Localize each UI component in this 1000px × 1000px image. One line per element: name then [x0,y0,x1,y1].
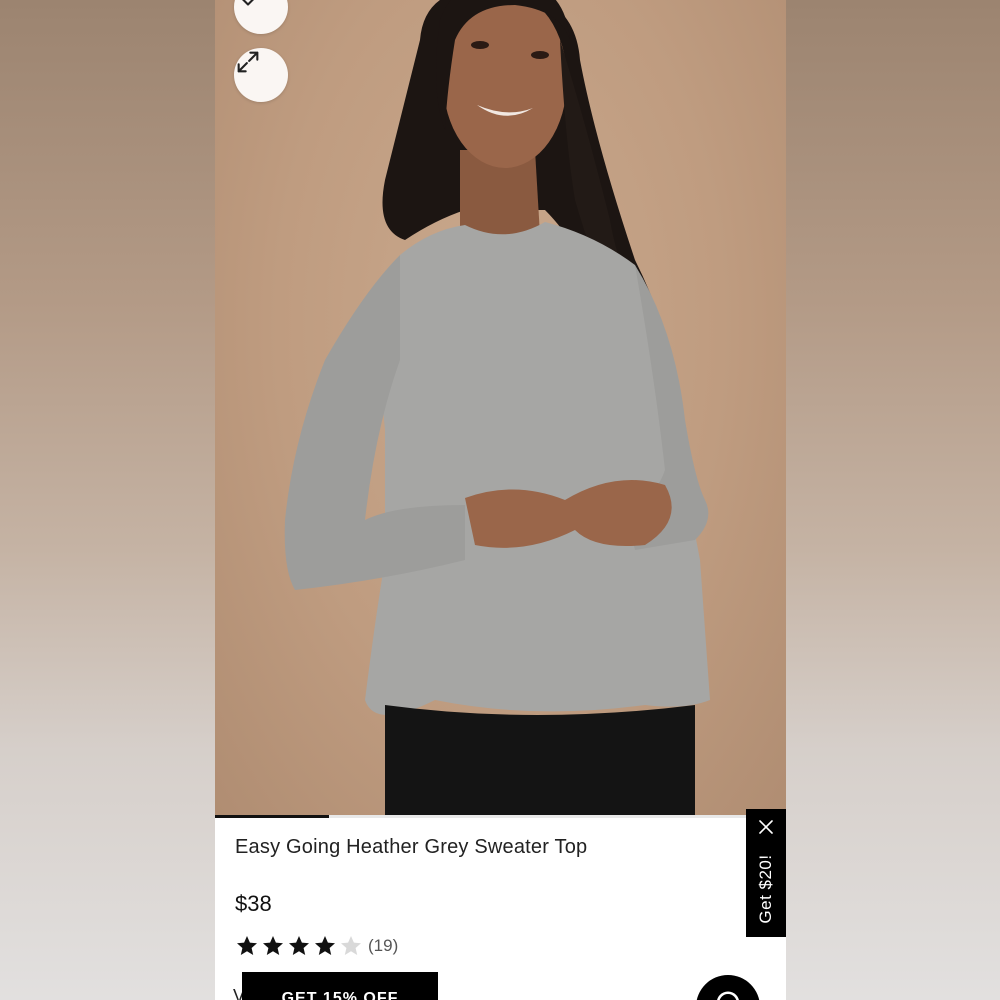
background-blur-left [0,0,215,1000]
promo-button[interactable]: GET 15% OFF [242,972,438,1000]
star-icon [237,936,257,955]
product-rating[interactable]: (19) [235,934,398,958]
review-count[interactable]: (19) [368,936,398,956]
expand-image-button[interactable] [234,48,288,102]
star-icon [315,936,335,955]
chat-button[interactable] [696,975,760,1000]
star-icon [341,936,361,955]
chat-icon [717,991,739,1000]
product-title: Easy Going Heather Grey Sweater Top [235,836,588,858]
rating-stars [235,934,365,958]
close-icon[interactable] [758,819,774,835]
product-price: $38 [235,891,272,916]
image-carousel-progress [215,815,786,818]
image-carousel-progress-fill [215,815,330,818]
promo-label: GET 15% OFF [281,990,399,1000]
side-tab-label: Get $20! [756,854,775,924]
model-illustration [284,0,710,815]
product-page: Easy Going Heather Grey Sweater Top $38 … [215,0,786,1000]
heart-icon [242,0,254,6]
expand-icon [237,51,259,73]
background-blur-right [785,0,1000,1000]
get-20-tab[interactable]: Get $20! [746,809,786,937]
product-image[interactable] [215,0,786,815]
star-icon [289,936,309,955]
star-icon [263,936,283,955]
